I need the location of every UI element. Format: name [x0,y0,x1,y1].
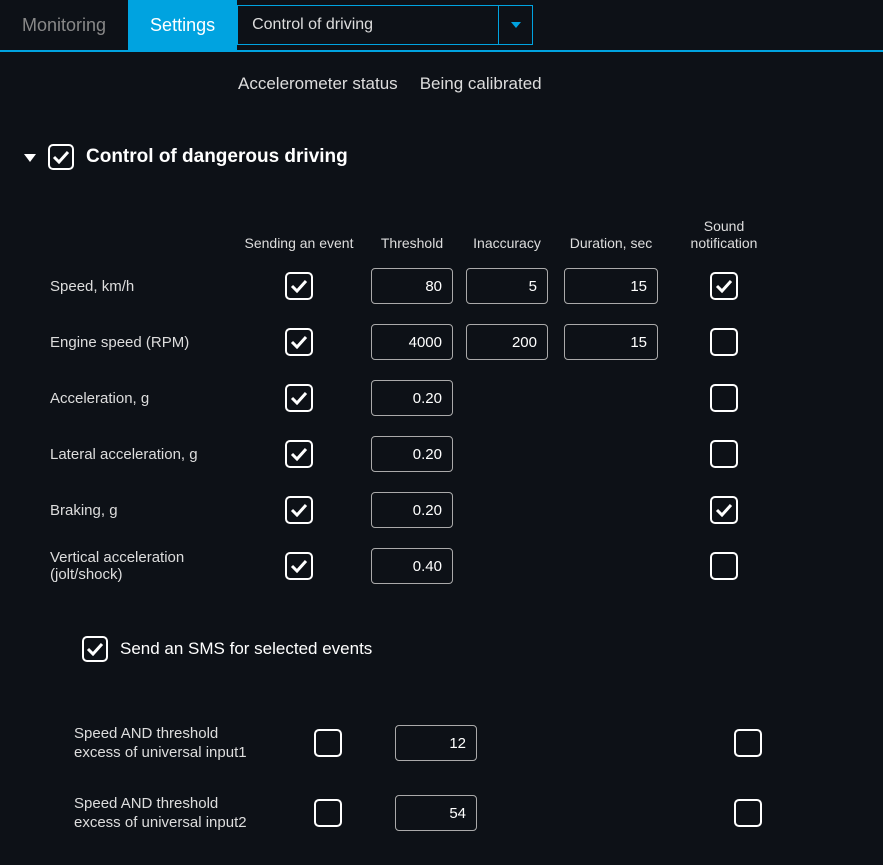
sms-title: Send an SMS for selected events [120,639,372,659]
threshold-input[interactable] [371,380,453,416]
row-label: Acceleration, g [50,390,235,407]
sound-checkbox[interactable] [710,440,738,468]
driving-row: Vertical acceleration (jolt/shock) [50,538,883,594]
collapse-toggle-icon[interactable] [24,149,36,166]
tab-settings[interactable]: Settings [128,0,237,50]
driving-row: Speed, km/h [50,258,883,314]
sms-sound-checkbox[interactable] [734,729,762,757]
status-row: Accelerometer status Being calibrated [0,52,883,94]
sms-checkbox[interactable] [82,636,108,662]
threshold-input[interactable] [371,436,453,472]
row-label: Engine speed (RPM) [50,334,235,351]
sound-checkbox[interactable] [710,328,738,356]
event-checkbox[interactable] [285,440,313,468]
event-checkbox[interactable] [285,272,313,300]
driving-row: Engine speed (RPM) [50,314,883,370]
sms-sound-checkbox[interactable] [734,799,762,827]
sms-value-input[interactable] [395,725,477,761]
threshold-input[interactable] [371,268,453,304]
event-checkbox[interactable] [285,328,313,356]
dropdown-selected: Control of driving [238,6,498,44]
dangerous-driving-section: Control of dangerous driving Sending an … [0,94,883,848]
driving-grid: Sending an event Threshold Inaccuracy Du… [50,212,883,594]
sound-checkbox[interactable] [710,552,738,580]
dangerous-driving-checkbox[interactable] [48,144,74,170]
accelerometer-status-value: Being calibrated [420,74,542,94]
duration-input[interactable] [564,268,658,304]
event-checkbox[interactable] [285,384,313,412]
threshold-input[interactable] [371,324,453,360]
sms-section: Send an SMS for selected events Speed AN… [82,636,883,848]
col-header-threshold: Threshold [363,235,461,252]
chevron-down-icon[interactable] [498,6,532,44]
sound-checkbox[interactable] [710,272,738,300]
topbar: Monitoring Settings Control of driving [0,0,883,52]
section-title: Control of dangerous driving [86,146,348,168]
driving-row: Lateral acceleration, g [50,426,883,482]
event-checkbox[interactable] [285,552,313,580]
inaccuracy-input[interactable] [466,268,548,304]
sms-event-checkbox[interactable] [314,729,342,757]
col-header-inaccuracy: Inaccuracy [461,235,553,252]
sms-value-input[interactable] [395,795,477,831]
col-header-event: Sending an event [235,235,363,252]
row-label: Vertical acceleration (jolt/shock) [50,549,235,583]
sms-row: Speed AND threshold excess of universal … [74,708,883,778]
duration-input[interactable] [564,324,658,360]
row-label: Speed, km/h [50,278,235,295]
threshold-input[interactable] [371,548,453,584]
driving-row: Braking, g [50,482,883,538]
sound-checkbox[interactable] [710,496,738,524]
accelerometer-status-label: Accelerometer status [238,74,398,94]
inaccuracy-input[interactable] [466,324,548,360]
sms-row-label: Speed AND threshold excess of universal … [74,794,269,833]
row-label: Braking, g [50,502,235,519]
sms-event-checkbox[interactable] [314,799,342,827]
sound-checkbox[interactable] [710,384,738,412]
event-checkbox[interactable] [285,496,313,524]
col-header-duration: Duration, sec [553,235,669,252]
row-label: Lateral acceleration, g [50,446,235,463]
driving-row: Acceleration, g [50,370,883,426]
section-dropdown[interactable]: Control of driving [237,5,533,45]
sms-row-label: Speed AND threshold excess of universal … [74,724,269,763]
col-header-sound: Sound notification [669,218,779,252]
sms-row: Speed AND threshold excess of universal … [74,778,883,848]
tab-monitoring[interactable]: Monitoring [0,0,128,50]
threshold-input[interactable] [371,492,453,528]
